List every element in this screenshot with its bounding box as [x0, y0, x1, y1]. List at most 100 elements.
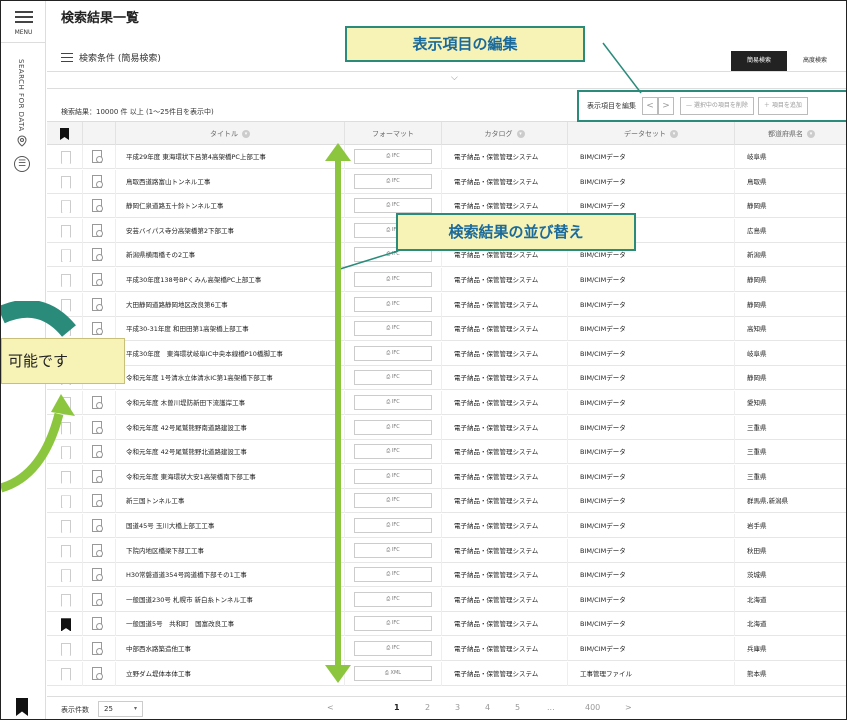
- row-title[interactable]: 平成30年度 東海環状岐阜IC中央本線橋P10橋脚工事: [115, 341, 344, 366]
- row-title[interactable]: 新三国トンネル工事: [115, 489, 344, 514]
- row-title[interactable]: 安芸バイパス寺分高架橋第2下部工事: [115, 218, 344, 243]
- row-title[interactable]: 一般国道5号 共和町 国富改良工事: [115, 612, 344, 637]
- bookmark-icon[interactable]: [61, 200, 71, 214]
- row-title[interactable]: 令和元年度 1号清水立体清水IC第1高架橋下部工事: [115, 366, 344, 391]
- header-format[interactable]: フォーマット: [344, 122, 441, 146]
- bookmark-icon[interactable]: [61, 593, 71, 607]
- preview-icon[interactable]: [92, 273, 103, 286]
- row-title[interactable]: 令和元年度 42号尾鷲熊野北道路建設工事: [115, 440, 344, 465]
- bookmark-cell[interactable]: [47, 637, 82, 661]
- row-title[interactable]: 平成30年度138号BPくみん高架橋PC上部工事: [115, 268, 344, 292]
- preview-icon[interactable]: [92, 592, 103, 606]
- location-pin-icon[interactable]: [16, 135, 28, 147]
- row-title[interactable]: 立野ダム堤体本体工事: [115, 661, 344, 686]
- row-title[interactable]: 平成29年度 東海環状下呂第4高架橋PC上部工事: [115, 145, 344, 169]
- table-row[interactable]: 平成30-31年度 和田田第1高架橋上部工事 ⎙ IFC 電子納品・保管管理シス…: [47, 317, 846, 342]
- bookmark-icon[interactable]: [61, 175, 71, 189]
- table-row[interactable]: H30常磐道道354号跨道橋下部その1工事 ⎙ IFC 電子納品・保管管理システ…: [47, 563, 846, 588]
- row-title[interactable]: 平成30-31年度 和田田第1高架橋上部工事: [115, 317, 344, 342]
- bookmark-cell[interactable]: [47, 170, 82, 194]
- table-row[interactable]: 平成29年度 東海環状下呂第4高架橋PC上部工事 ⎙ IFC 電子納品・保管管理…: [47, 145, 846, 169]
- row-title[interactable]: 一般国道230号 札幌市 新白糸トンネル工事: [115, 587, 344, 612]
- table-row[interactable]: 平成30年度 東海環状岐阜IC中央本線橋P10橋脚工事 ⎙ IFC 電子納品・保…: [47, 341, 846, 366]
- bookmark-cell[interactable]: [47, 243, 82, 267]
- bookmark-icon[interactable]: [61, 224, 71, 238]
- preview-cell[interactable]: [82, 268, 115, 292]
- next-page-button[interactable]: >: [625, 703, 632, 712]
- table-row[interactable]: 下院内地区橋梁下部工工事 ⎙ IFC 電子納品・保管管理システム BIM/CIM…: [47, 538, 846, 563]
- row-title[interactable]: 令和元年度 42号尾鷲熊野南道路建設工事: [115, 415, 344, 440]
- table-row[interactable]: 国道45号 玉川大橋上部工工事 ⎙ IFC 電子納品・保管管理システム BIM/…: [47, 514, 846, 538]
- format-badge[interactable]: ⎙ IFC: [354, 345, 432, 361]
- search-for-data-link[interactable]: SEARCH FOR DATA: [17, 59, 25, 132]
- preview-cell[interactable]: [82, 489, 115, 514]
- format-badge[interactable]: ⎙ IFC: [354, 468, 432, 484]
- page-link[interactable]: 3: [455, 703, 460, 712]
- search-condition-toggle[interactable]: 検索条件 (簡易検索): [61, 51, 161, 64]
- format-badge[interactable]: ⎙ IFC: [354, 173, 432, 189]
- bookmark-icon[interactable]: [61, 667, 71, 681]
- bookmark-icon[interactable]: [61, 544, 71, 558]
- bookmark-cell[interactable]: [47, 612, 82, 636]
- format-badge[interactable]: ⎙ IFC: [354, 198, 432, 214]
- table-row[interactable]: 令和元年度 1号清水立体清水IC第1高架橋下部工事 ⎙ IFC 電子納品・保管管…: [47, 366, 846, 391]
- table-row[interactable]: 令和元年度 木曽川堤防新田下流護岸工事 ⎙ IFC 電子納品・保管管理システム …: [47, 391, 846, 415]
- row-title[interactable]: 大田静岡道路静岡地区改良第6工事: [115, 292, 344, 317]
- preview-cell[interactable]: [82, 415, 115, 440]
- preview-cell[interactable]: [82, 145, 115, 169]
- preview-icon[interactable]: [92, 150, 103, 163]
- preview-cell[interactable]: [82, 612, 115, 637]
- table-row[interactable]: 中部西水路築造他工事 ⎙ IFC 電子納品・保管管理システム BIM/CIMデー…: [47, 637, 846, 661]
- page-link[interactable]: 2: [425, 703, 430, 712]
- preview-cell[interactable]: [82, 440, 115, 465]
- bookmark-cell[interactable]: [47, 563, 82, 587]
- bookmark-icon[interactable]: [61, 249, 71, 263]
- row-title[interactable]: 新潟県横雨橋その2工事: [115, 243, 344, 268]
- row-title[interactable]: H30常磐道道354号跨道橋下部その1工事: [115, 563, 344, 588]
- preview-cell[interactable]: [82, 243, 115, 268]
- sort-icon[interactable]: ▾: [807, 130, 815, 138]
- preview-icon[interactable]: [92, 642, 103, 655]
- row-title[interactable]: 下院内地区橋梁下部工工事: [115, 538, 344, 563]
- bookmark-icon[interactable]: [61, 643, 71, 656]
- format-badge[interactable]: ⎙ IFC: [354, 616, 432, 632]
- bookmark-icon[interactable]: [16, 698, 28, 716]
- bookmark-icon[interactable]: [61, 618, 71, 632]
- tab-advanced-search[interactable]: 高度検索: [787, 51, 843, 71]
- format-badge[interactable]: ⎙ IFC: [354, 419, 432, 435]
- table-row[interactable]: 令和元年度 42号尾鷲熊野南道路建設工事 ⎙ IFC 電子納品・保管管理システム…: [47, 415, 846, 440]
- bookmark-icon[interactable]: [61, 495, 71, 509]
- preview-icon[interactable]: [92, 519, 103, 532]
- format-badge[interactable]: ⎙ XML: [354, 665, 432, 681]
- format-badge[interactable]: ⎙ IFC: [354, 296, 432, 312]
- preview-cell[interactable]: [82, 563, 115, 588]
- format-badge[interactable]: ⎙ IFC: [354, 370, 432, 386]
- preview-icon[interactable]: [92, 617, 103, 631]
- bookmark-cell[interactable]: [47, 268, 82, 292]
- preview-icon[interactable]: [92, 223, 103, 237]
- table-row[interactable]: 一般国道5号 共和町 国富改良工事 ⎙ IFC 電子納品・保管管理システム BI…: [47, 612, 846, 637]
- page-link[interactable]: 1: [394, 703, 400, 712]
- preview-cell[interactable]: [82, 538, 115, 563]
- list-icon[interactable]: ☰: [14, 156, 30, 172]
- page-link[interactable]: 4: [485, 703, 490, 712]
- bookmark-icon[interactable]: [61, 569, 71, 583]
- table-row[interactable]: 大田静岡道路静岡地区改良第6工事 ⎙ IFC 電子納品・保管管理システム BIM…: [47, 292, 846, 317]
- row-title[interactable]: 令和元年度 東海環状大安1高架橋南下部工事: [115, 464, 344, 489]
- row-title[interactable]: 国道45号 玉川大橋上部工工事: [115, 514, 344, 538]
- preview-icon[interactable]: [92, 174, 103, 188]
- format-badge[interactable]: ⎙ IFC: [354, 272, 432, 287]
- tab-simple-search[interactable]: 簡易検索: [731, 51, 787, 71]
- header-prefecture[interactable]: 都道府県名 ▾: [734, 122, 846, 146]
- format-badge[interactable]: ⎙ IFC: [354, 395, 432, 410]
- page-link[interactable]: 400: [585, 703, 600, 712]
- row-title[interactable]: 令和元年度 木曽川堤防新田下流護岸工事: [115, 391, 344, 415]
- row-title[interactable]: 静岡仁泉道路五十鈴トンネル工事: [115, 194, 344, 219]
- sort-icon[interactable]: ▾: [670, 130, 678, 138]
- header-catalog[interactable]: カタログ ▾: [441, 122, 567, 146]
- format-badge[interactable]: ⎙ IFC: [354, 444, 432, 460]
- bookmark-cell[interactable]: [47, 145, 82, 169]
- table-row[interactable]: 鳥取西道路富山トンネル工事 ⎙ IFC 電子納品・保管管理システム BIM/CI…: [47, 169, 846, 194]
- preview-cell[interactable]: [82, 194, 115, 219]
- bookmark-cell[interactable]: [47, 219, 82, 243]
